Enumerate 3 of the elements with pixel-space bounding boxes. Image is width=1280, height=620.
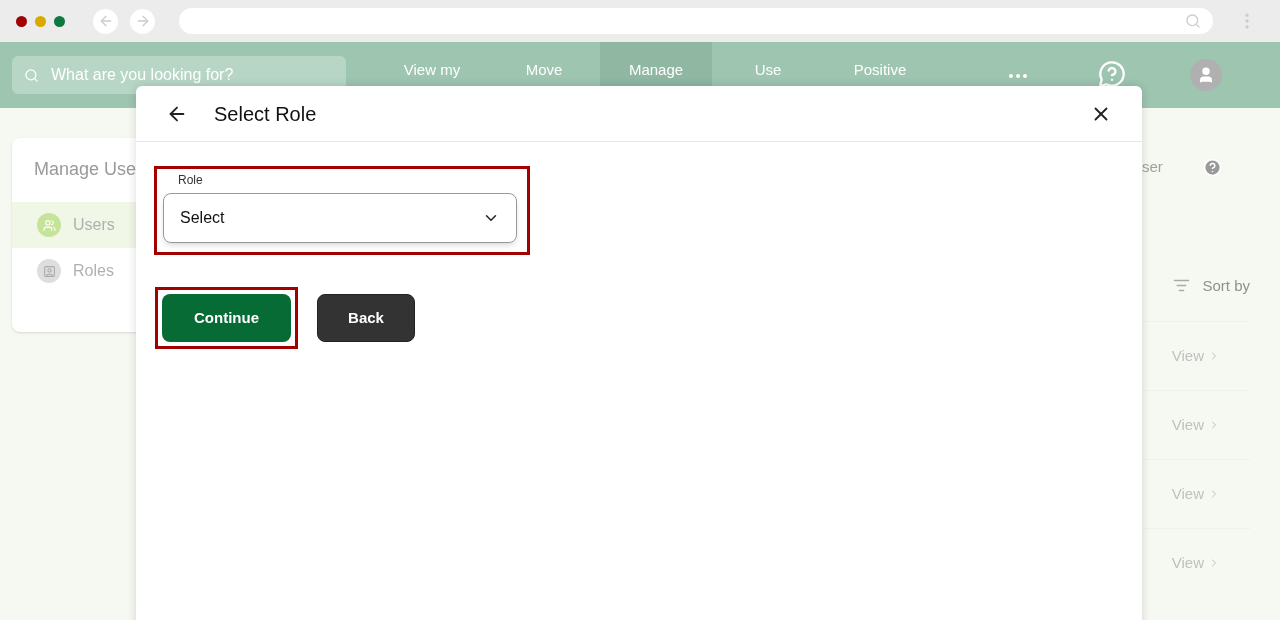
dialog-title: Select Role xyxy=(214,101,317,127)
sidebar-title: Manage Use xyxy=(34,159,137,179)
field-label: Role xyxy=(178,172,204,189)
